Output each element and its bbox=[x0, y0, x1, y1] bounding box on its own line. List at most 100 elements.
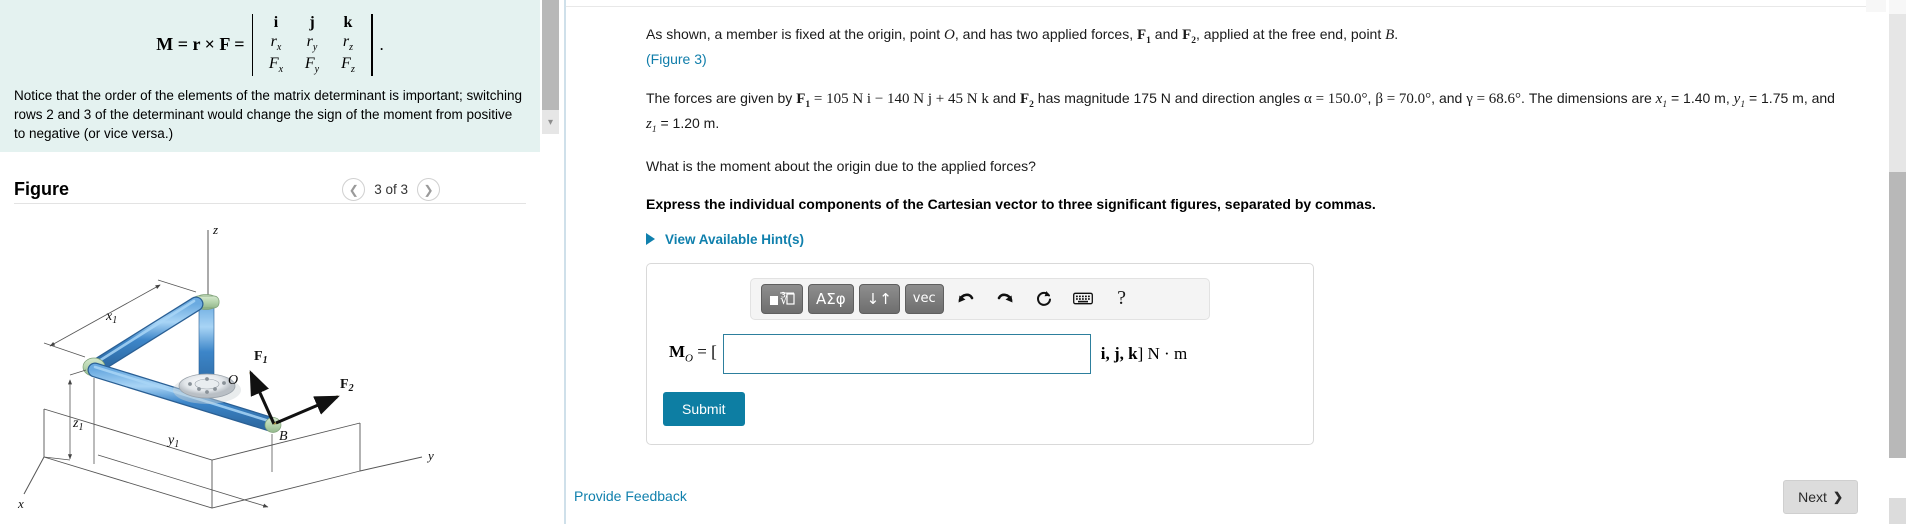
determinant-grid: i j k rx ry rz Fx Fy Fz bbox=[258, 14, 366, 76]
hint-box: M = r × F = i j k rx ry rz Fx Fy Fz . No… bbox=[0, 0, 540, 152]
det-cell-i: i bbox=[273, 14, 279, 31]
problem-forces: The forces are given by F1 = 105 N i − 1… bbox=[646, 88, 1836, 137]
dim-z1-value: = 1.20 m. bbox=[656, 115, 720, 132]
reset-icon[interactable] bbox=[1027, 284, 1061, 314]
angle-gamma: γ = 68.6° bbox=[1466, 91, 1522, 108]
forces-f2: F2 bbox=[1019, 91, 1034, 111]
page-scrollbar-bottom-cap[interactable] bbox=[1889, 498, 1906, 524]
view-hints-button[interactable]: View Available Hint(s) bbox=[646, 232, 804, 247]
label-point-B: B bbox=[279, 429, 288, 444]
pipe-assembly-svg: z y x O F1 F2 B x1 y1 z1 bbox=[17, 222, 434, 511]
formula-lhs: M = r × F = bbox=[156, 34, 245, 55]
dim-z1: z1 bbox=[646, 116, 657, 136]
dim-y1: y1 bbox=[1733, 91, 1746, 111]
vector-button[interactable]: vec bbox=[904, 283, 944, 314]
force-F2 bbox=[273, 395, 340, 425]
intro-f2: F2 bbox=[1182, 27, 1196, 46]
answer-units-label: i, j, k] N · m bbox=[1100, 343, 1188, 363]
intro-part-4: , applied at the free end, point bbox=[1195, 26, 1386, 42]
pipe-vertical bbox=[198, 301, 215, 386]
intro-f1: F1 bbox=[1137, 27, 1151, 46]
forces-part-3: has magnitude 175 N and direction angles bbox=[1033, 90, 1304, 107]
answer-row: MO = [ i, j, k] N · m bbox=[663, 333, 1297, 374]
page-scrollbar-upper-track[interactable] bbox=[1889, 14, 1906, 172]
provide-feedback-link[interactable]: Provide Feedback bbox=[494, 488, 687, 504]
figure-diagram: z y x O F1 F2 B x1 y1 z1 bbox=[0, 212, 540, 524]
answer-lhs-label: MO = [ bbox=[669, 342, 717, 365]
figure-3-link[interactable]: (Figure 3) bbox=[646, 51, 707, 67]
y-axis-line bbox=[359, 456, 423, 472]
det-cell-fz: Fz bbox=[341, 55, 355, 76]
figure-header: Figure ❮ 3 of 3 ❯ bbox=[0, 178, 540, 201]
figure-divider bbox=[14, 203, 526, 204]
forces-part-2: and bbox=[988, 90, 1020, 107]
chevron-right-icon: ❯ bbox=[1832, 490, 1843, 504]
keyboard-icon[interactable] bbox=[1066, 284, 1100, 314]
intro-origin: O bbox=[944, 27, 955, 43]
forces-part-4: . The dimensions are bbox=[1521, 90, 1656, 107]
dim-x1-value: = 1.40 m, bbox=[1667, 90, 1734, 107]
det-cell-rz: rz bbox=[342, 33, 354, 54]
label-x1: x1 bbox=[105, 309, 117, 326]
axis-label-z: z bbox=[212, 222, 218, 237]
figure-counter: 3 of 3 bbox=[374, 182, 408, 197]
problem-instruction: Express the individual components of the… bbox=[646, 195, 1376, 212]
angle-beta: β = 70.0° bbox=[1375, 91, 1432, 108]
submit-button[interactable]: Submit bbox=[663, 391, 745, 426]
answer-input[interactable] bbox=[722, 333, 1091, 374]
label-y1: y1 bbox=[166, 433, 179, 450]
angle-alpha: α = 150.0° bbox=[1303, 91, 1368, 108]
det-cell-fx: Fx bbox=[268, 55, 284, 76]
dim-x1: x1 bbox=[1655, 91, 1668, 111]
math-toolbar: ∛ ΑΣφ ↓↑ vec ? bbox=[750, 277, 1210, 320]
det-cell-j: j bbox=[309, 14, 315, 31]
det-cell-rx: rx bbox=[270, 33, 282, 54]
problem-question: What is the moment about the origin due … bbox=[646, 157, 1036, 174]
intro-part-5: . bbox=[1394, 26, 1399, 42]
moment-formula: M = r × F = i j k rx ry rz Fx Fy Fz . bbox=[14, 14, 526, 76]
top-right-stub bbox=[1866, 0, 1886, 12]
page-scrollbar-thumb[interactable] bbox=[1889, 172, 1906, 458]
axis-label-x: x bbox=[17, 496, 24, 511]
greek-symbols-button[interactable]: ΑΣφ bbox=[808, 283, 854, 314]
figure-next-button[interactable]: ❯ bbox=[417, 178, 440, 201]
triangle-right-icon bbox=[646, 233, 655, 246]
axis-label-y: y bbox=[426, 448, 434, 463]
left-panel: M = r × F = i j k rx ry rz Fx Fy Fz . No… bbox=[0, 0, 540, 524]
figure-pager: ❮ 3 of 3 ❯ bbox=[342, 178, 440, 201]
intro-part-3: and bbox=[1150, 26, 1183, 42]
forces-f1-value: = 105 N i − 140 N j + 45 N k bbox=[810, 91, 989, 108]
x-axis-line bbox=[23, 456, 45, 495]
intro-part-2: , and has two applied forces, bbox=[954, 26, 1137, 42]
help-icon[interactable]: ? bbox=[1105, 284, 1139, 314]
keyboard-glyph bbox=[1072, 292, 1093, 305]
determinant-bar-right bbox=[371, 14, 373, 76]
template-glyph: ∛ bbox=[770, 292, 795, 308]
undo-glyph bbox=[958, 293, 973, 303]
problem-page: M = r × F = i j k rx ry rz Fx Fy Fz . No… bbox=[0, 0, 1906, 524]
dim-y1-value: = 1.75 m, and bbox=[1745, 90, 1835, 107]
hint-note-text: Notice that the order of the elements of… bbox=[14, 87, 522, 142]
page-scrollbar-top-cap bbox=[1889, 0, 1906, 14]
formula-period: . bbox=[379, 34, 384, 54]
label-force-F1: F1 bbox=[254, 349, 268, 366]
answer-card: ∛ ΑΣφ ↓↑ vec ? MO = [i, j, k] N · m Sub… bbox=[646, 262, 1314, 445]
label-origin-O: O bbox=[228, 373, 238, 388]
arrows-button[interactable]: ↓↑ bbox=[858, 283, 900, 314]
label-force-F2: F2 bbox=[340, 377, 354, 394]
view-hints-label: View Available Hint(s) bbox=[665, 231, 805, 247]
template-icon[interactable]: ∛ bbox=[761, 283, 803, 314]
left-pane-scrollbar-thumb[interactable] bbox=[542, 0, 559, 110]
undo-icon[interactable] bbox=[949, 284, 983, 314]
sep-2: , and bbox=[1431, 90, 1467, 107]
main-top-rule bbox=[566, 6, 1866, 7]
problem-intro: As shown, a member is fixed at the origi… bbox=[646, 24, 1836, 70]
figure-prev-button[interactable]: ❮ bbox=[342, 178, 366, 201]
chevron-down-icon[interactable]: ▾ bbox=[542, 110, 559, 134]
forces-part-1: The forces are given by bbox=[646, 90, 797, 107]
next-button[interactable]: Next ❯ bbox=[1783, 480, 1858, 514]
reset-glyph bbox=[1036, 290, 1051, 306]
redo-icon[interactable] bbox=[988, 284, 1022, 314]
intro-part-1: As shown, a member is fixed at the origi… bbox=[646, 26, 945, 42]
forces-f1: F1 bbox=[796, 91, 811, 111]
